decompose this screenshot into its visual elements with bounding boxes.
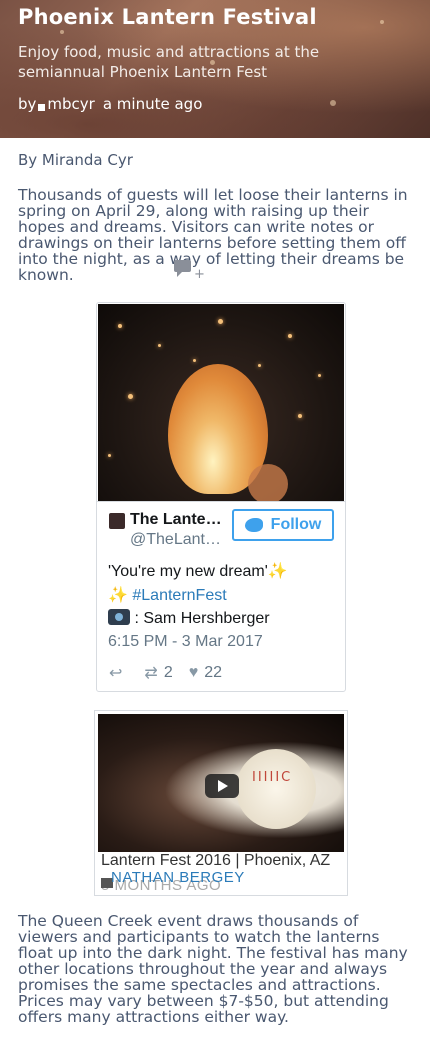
video-title[interactable]: Lantern Fest 2016 | Phoenix, AZ [101, 853, 341, 869]
video-embed: IIIIIC Lantern Fest 2016 | Phoenix, AZ 5… [94, 710, 348, 896]
retweet-count: 2 [163, 664, 173, 681]
heart-icon: ♥ [188, 664, 199, 681]
author-line: by mbcyr a minute ago [18, 95, 202, 113]
comment-icon[interactable] [174, 260, 191, 277]
hero-bokeh [380, 20, 384, 24]
hashtag-link[interactable]: #LanternFest [132, 587, 226, 604]
follow-button[interactable]: Follow [232, 509, 334, 541]
page-subtitle: Enjoy food, music and attractions at the… [18, 43, 320, 81]
video-author-link[interactable]: NATHAN BERGEY [111, 869, 245, 886]
lantern-light [158, 344, 161, 347]
article-byline: By Miranda Cyr [18, 151, 133, 169]
play-icon[interactable] [205, 774, 239, 798]
tweet-author-handle[interactable]: @TheLant… [130, 531, 230, 549]
tweet-embed: The Lante… @TheLant… Follow 'You're my n… [96, 302, 346, 692]
tweet-photo[interactable] [98, 304, 344, 501]
twitter-bird-icon [244, 518, 263, 532]
tweet-hashtag-line: ✨ #LanternFest [108, 585, 227, 605]
lantern-light [118, 324, 122, 328]
hero-bokeh [330, 100, 336, 106]
like-button[interactable]: ♥ 22 [189, 664, 222, 682]
lantern-light [193, 359, 196, 362]
reply-button[interactable]: ↩ [109, 663, 128, 683]
tweet-text: 'You're my new dream'✨ [108, 561, 288, 581]
lantern-light [218, 319, 223, 324]
avatar [38, 103, 46, 111]
divider [97, 501, 345, 502]
sparkles-icon: ✨ [267, 563, 288, 580]
lantern-light [298, 414, 302, 418]
lantern-light [108, 454, 111, 457]
lantern-light [128, 394, 133, 399]
lantern-light [258, 364, 261, 367]
photo-credit: : Sam Hershberger [134, 610, 270, 627]
tweet-avatar[interactable] [109, 513, 125, 529]
video-thumbnail[interactable]: IIIIIC [98, 714, 344, 852]
lantern-light [318, 374, 321, 377]
author-link[interactable]: mbcyr [47, 95, 94, 113]
tweet-actions: ↩ ⇄ 2 ♥ 22 [109, 663, 238, 683]
tweet-credit-line: : Sam Hershberger [108, 609, 270, 628]
tweet-author-name[interactable]: The Lante… [130, 511, 230, 529]
article-paragraph: The Queen Creek event draws thousands of… [18, 912, 408, 1026]
camera-icon [108, 609, 130, 625]
reply-icon: ↩ [109, 665, 123, 682]
follow-label: Follow [270, 516, 322, 533]
lantern-light [288, 334, 292, 338]
tweet-text-quote: 'You're my new dream' [108, 563, 268, 580]
lantern-writing: IIIIIC [252, 770, 293, 785]
like-count: 22 [204, 664, 223, 681]
hero-header: Phoenix Lantern Festival Enjoy food, mus… [0, 0, 430, 138]
article-paragraph: Thousands of guests will let loose their… [18, 186, 408, 284]
retweet-icon: ⇄ [144, 665, 158, 682]
sparkles-icon: ✨ [108, 587, 128, 604]
add-comment-button[interactable]: + [194, 268, 205, 281]
hero-bokeh [60, 30, 64, 34]
tweet-timestamp[interactable]: 6:15 PM - 3 Mar 2017 [108, 633, 263, 651]
post-time: a minute ago [102, 95, 203, 113]
retweet-button[interactable]: ⇄ 2 [144, 663, 172, 683]
page-title: Phoenix Lantern Festival [18, 5, 317, 29]
hand [248, 464, 288, 501]
sky-lantern [236, 749, 316, 829]
by-label: by [18, 95, 37, 113]
